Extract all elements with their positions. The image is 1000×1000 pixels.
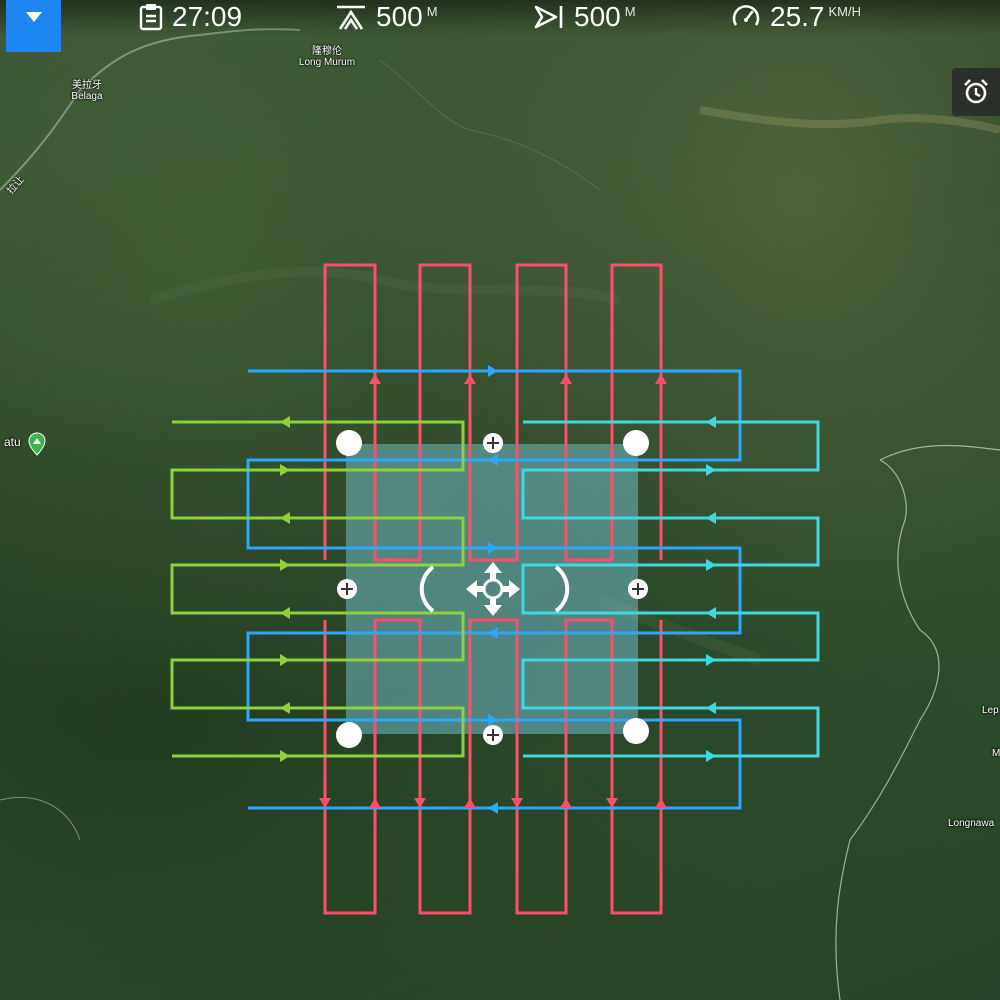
flight-time-value: 27:09 bbox=[172, 1, 243, 32]
corner-handle-top-right[interactable] bbox=[623, 430, 649, 456]
distance-icon bbox=[534, 5, 563, 29]
add-point-icon-bottom[interactable] bbox=[483, 725, 503, 745]
add-point-icon-right[interactable] bbox=[628, 579, 648, 599]
telemetry-bar: 27:09 500 M 500 M 25.7 KM/H bbox=[0, 0, 1000, 52]
corner-handle-top-left[interactable] bbox=[336, 430, 362, 456]
distance-value: 500 bbox=[574, 1, 621, 32]
altitude-stat: 500 M bbox=[334, 0, 438, 34]
speed-value: 25.7 bbox=[770, 1, 825, 32]
flight-time-stat: 27:09 bbox=[138, 0, 242, 34]
distance-unit: M bbox=[624, 4, 636, 19]
speed-unit: KM/H bbox=[828, 4, 862, 19]
clipboard-icon bbox=[139, 4, 163, 31]
speed-stat: 25.7 KM/H bbox=[730, 0, 861, 34]
alarm-clock-icon bbox=[964, 79, 988, 104]
altitude-value: 500 bbox=[376, 1, 423, 32]
flight-plan-overlay bbox=[170, 263, 820, 915]
distance-stat: 500 M bbox=[532, 0, 636, 34]
speedometer-icon bbox=[732, 5, 760, 26]
corner-handle-bottom-left[interactable] bbox=[336, 722, 362, 748]
add-point-icon-left[interactable] bbox=[337, 579, 357, 599]
corner-handle-bottom-right[interactable] bbox=[623, 718, 649, 744]
dropdown-triangle-icon bbox=[25, 12, 42, 22]
menu-toggle-button[interactable] bbox=[6, 0, 61, 52]
altitude-icon bbox=[337, 5, 365, 30]
survey-area[interactable] bbox=[346, 444, 638, 734]
altitude-unit: M bbox=[426, 4, 438, 19]
add-point-icon-top[interactable] bbox=[483, 433, 503, 453]
alarm-button[interactable] bbox=[952, 68, 1000, 116]
